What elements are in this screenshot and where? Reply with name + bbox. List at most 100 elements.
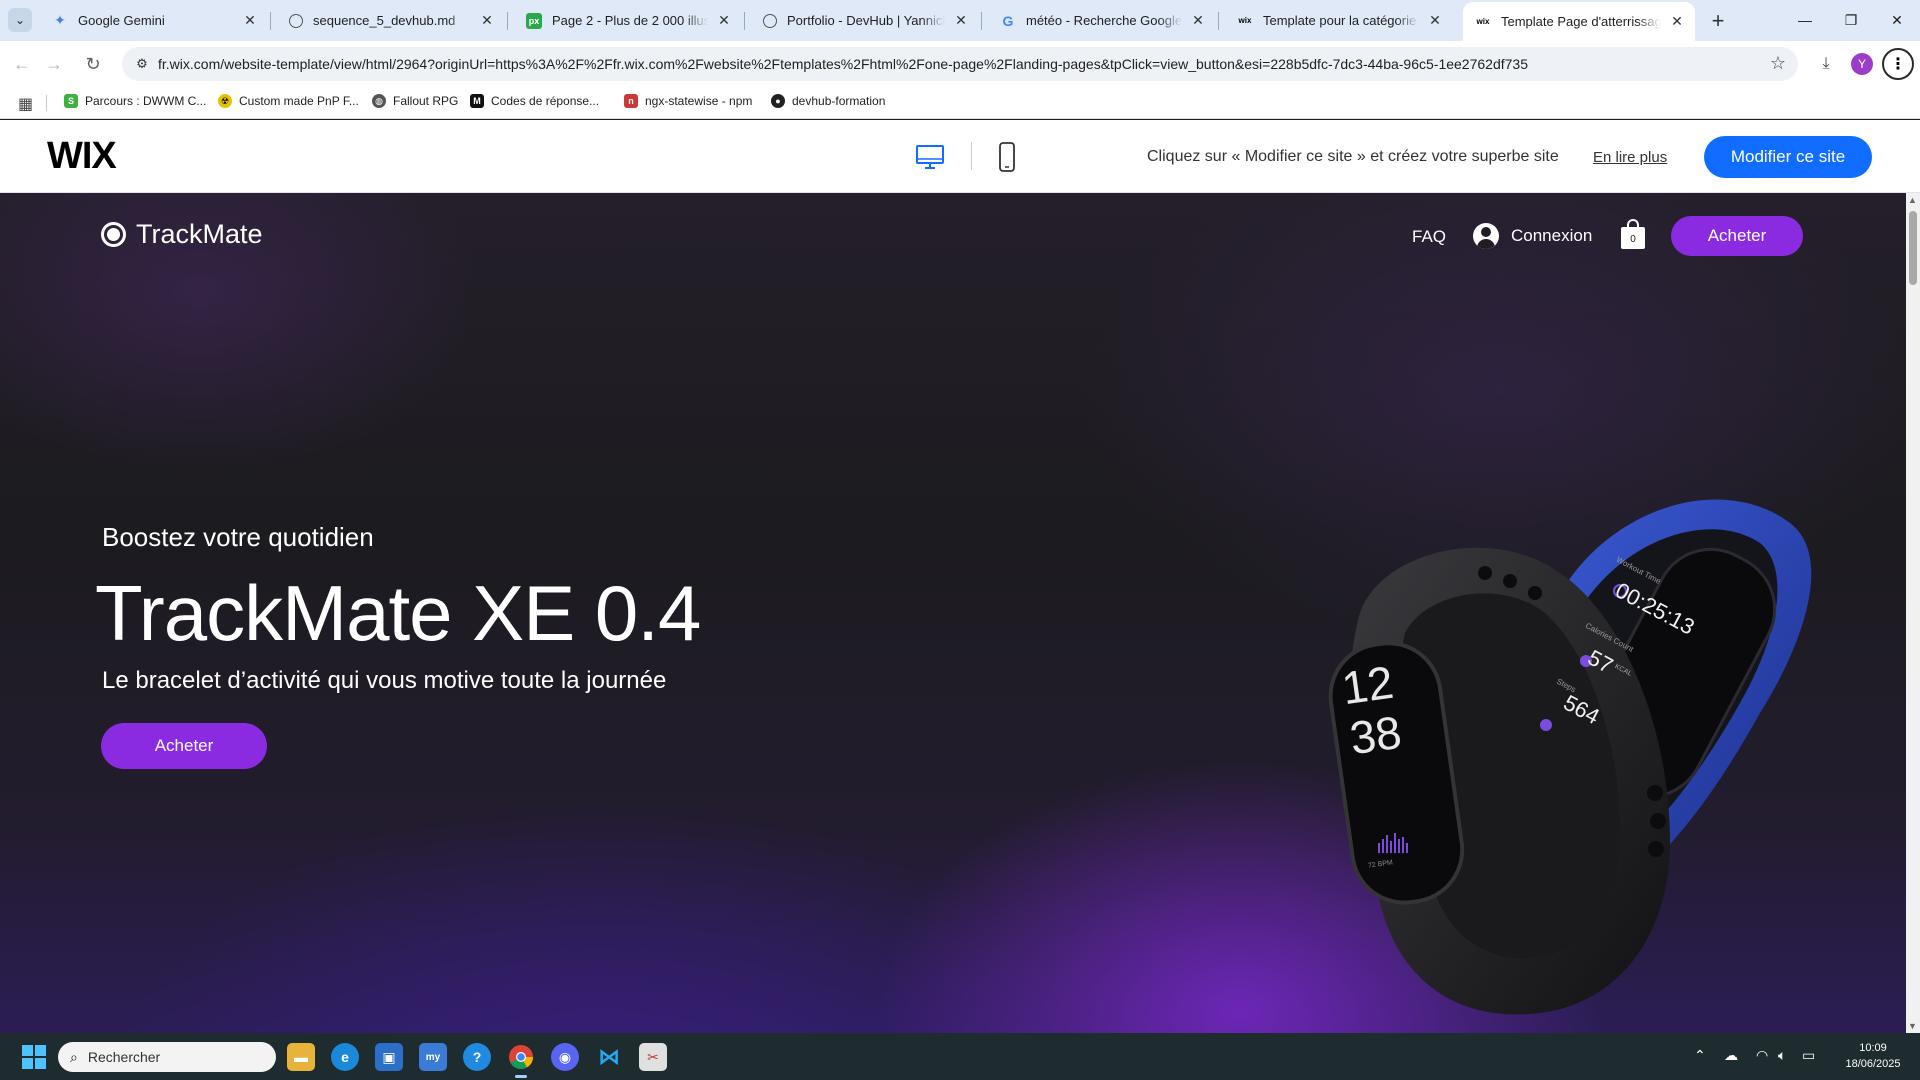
tab-pixabay[interactable]: px Page 2 - Plus de 2 000 illustrations … <box>514 4 742 37</box>
tab-template-category[interactable]: wix Template pour la catégorie Pag ✕ <box>1225 4 1453 37</box>
hero-eyebrow: Boostez votre quotidien <box>102 522 374 552</box>
cloud-off-icon[interactable]: ☁ <box>1724 1047 1738 1064</box>
profile-avatar[interactable]: Y <box>1851 53 1873 75</box>
tab-meteo[interactable]: G météo - Recherche Google ✕ <box>988 4 1216 37</box>
windows-start-icon[interactable] <box>22 1045 46 1069</box>
hero-buy-button[interactable]: Acheter <box>101 723 267 769</box>
reload-icon[interactable]: ↻ <box>79 50 107 78</box>
chrome-icon[interactable] <box>507 1043 535 1078</box>
nav-login-button[interactable]: Connexion <box>1473 223 1592 249</box>
hero-title: TrackMate XE 0.4 <box>95 569 701 657</box>
menu-icon[interactable]: ⋮ <box>1882 48 1914 80</box>
mysql-workbench-icon[interactable]: my <box>419 1043 447 1071</box>
tray-chevron-icon[interactable]: ⌃ <box>1694 1047 1706 1064</box>
snipping-tool-icon[interactable]: ✂ <box>639 1043 667 1071</box>
bookmark-codes[interactable]: M Codes de réponse... <box>470 94 599 108</box>
bookmark-fallout[interactable]: ◍ Fallout RPG <box>372 94 458 108</box>
bookmark-devhub[interactable]: ● devhub-formation <box>771 94 885 108</box>
close-icon[interactable]: ✕ <box>477 11 497 31</box>
chrome-logo <box>509 1045 533 1070</box>
wix-message: Cliquez sur « Modifier ce site » et crée… <box>1147 148 1559 165</box>
tab-gemini[interactable]: ✦ Google Gemini ✕ <box>40 4 268 37</box>
cart-count: 0 <box>1621 227 1645 249</box>
edit-site-button[interactable]: Modifier ce site <box>1704 136 1872 178</box>
globe-icon: ◍ <box>372 94 386 108</box>
npm-icon: n <box>624 94 638 108</box>
site-hero: TrackMate FAQ Connexion 0 Acheter Booste… <box>0 193 1906 1033</box>
wix-icon: wix <box>1238 16 1252 25</box>
globe-icon <box>289 13 303 28</box>
new-tab-button[interactable]: + <box>1705 8 1731 34</box>
mobile-view-icon[interactable] <box>997 142 1017 172</box>
band-time-minutes: 38 <box>1346 705 1405 765</box>
clock-time: 10:09 <box>1859 1042 1887 1054</box>
bookmark-star-icon[interactable]: ☆ <box>1770 53 1786 74</box>
scroll-up-icon[interactable]: ▲ <box>1908 195 1917 205</box>
address-bar[interactable]: ⚙ fr.wix.com/website-template/view/html/… <box>122 47 1798 81</box>
cart-button[interactable]: 0 <box>1620 219 1646 249</box>
desktop-view-icon[interactable] <box>915 142 945 172</box>
site-info-icon[interactable]: ⚙ <box>130 52 154 76</box>
file-explorer-icon[interactable]: ▬ <box>287 1043 315 1071</box>
header-buy-button[interactable]: Acheter <box>1671 216 1803 256</box>
scroll-thumb[interactable] <box>1909 211 1917 285</box>
download-icon[interactable]: ⤓ <box>1812 50 1840 78</box>
tab-search-button[interactable]: ⌄ <box>8 8 32 32</box>
tab-divider <box>1218 12 1219 30</box>
search-icon: ⌕ <box>70 1048 78 1065</box>
tab-template-landing[interactable]: wix Template Page d'atterrissage d ✕ <box>1463 2 1695 41</box>
tab-divider <box>507 12 508 30</box>
tab-sequence[interactable]: sequence_5_devhub.md ✕ <box>277 4 505 37</box>
wifi-icon[interactable]: ◠ <box>1756 1047 1768 1064</box>
read-more-link[interactable]: En lire plus <box>1593 149 1667 166</box>
back-icon[interactable]: ← <box>8 50 36 78</box>
brand-logo-icon <box>101 222 126 247</box>
tab-strip: ⌄ ✦ Google Gemini ✕ sequence_5_devhub.md… <box>0 0 1920 41</box>
battery-icon[interactable]: ▭ <box>1802 1047 1815 1064</box>
close-window-icon[interactable]: ✕ <box>1874 0 1920 40</box>
page-scrollbar[interactable]: ▲ ▼ <box>1906 193 1920 1033</box>
edge-icon[interactable]: e <box>331 1043 359 1071</box>
store-icon[interactable]: ▣ <box>375 1043 403 1071</box>
restore-icon[interactable]: ❐ <box>1828 0 1874 40</box>
url-text[interactable]: fr.wix.com/website-template/view/html/29… <box>158 56 1528 72</box>
close-icon[interactable]: ✕ <box>951 11 971 31</box>
bookmark-pnp[interactable]: ☢ Custom made PnP F... <box>218 94 359 108</box>
volume-icon[interactable]: 🔈︎ <box>1778 1047 1786 1064</box>
tab-divider <box>981 12 982 30</box>
scroll-down-icon[interactable]: ▼ <box>1908 1021 1917 1031</box>
site-brand[interactable]: TrackMate <box>101 219 263 250</box>
apps-grid-icon[interactable]: ▦ <box>18 94 33 114</box>
wix-preview-bar: WIX Cliquez sur « Modifier ce site » et … <box>0 120 1920 193</box>
tab-portfolio[interactable]: Portfolio - DevHub | Yannick M ✕ <box>751 4 979 37</box>
bookmark-npm[interactable]: n ngx-statewise - npm <box>624 94 752 108</box>
close-icon[interactable]: ✕ <box>1425 11 1445 31</box>
windows-taskbar: ⌕ Rechercher ▬ e ▣ my ? ◉ ⋈ ✂ ⌃ ☁ ◠ 🔈︎ ▭… <box>0 1033 1920 1080</box>
pixabay-icon: px <box>526 12 542 29</box>
bookmark-parcours[interactable]: S Parcours : DWWM C... <box>64 94 206 108</box>
help-icon[interactable]: ? <box>463 1043 491 1071</box>
forward-icon[interactable]: → <box>40 50 68 78</box>
mdn-icon: M <box>470 94 484 108</box>
bookmark-divider <box>46 95 47 111</box>
hero-subtitle: Le bracelet d’activité qui vous motive t… <box>102 667 667 694</box>
simplon-icon: S <box>64 94 78 108</box>
clock-date: 18/06/2025 <box>1845 1058 1901 1070</box>
tab-divider <box>744 12 745 30</box>
wix-logo[interactable]: WIX <box>47 135 117 178</box>
taskbar-search[interactable]: ⌕ Rechercher <box>58 1042 276 1072</box>
device-divider <box>971 142 972 170</box>
close-icon[interactable]: ✕ <box>1667 12 1687 32</box>
user-icon <box>1473 223 1499 249</box>
radiation-icon: ☢ <box>218 94 232 108</box>
nav-faq-link[interactable]: FAQ <box>1412 227 1446 247</box>
close-icon[interactable]: ✕ <box>240 11 260 31</box>
close-icon[interactable]: ✕ <box>714 11 734 31</box>
minimize-icon[interactable]: — <box>1782 0 1828 40</box>
wix-icon: wix <box>1476 17 1490 26</box>
gemini-icon: ✦ <box>54 12 66 28</box>
discord-icon[interactable]: ◉ <box>551 1043 579 1071</box>
system-clock[interactable]: 10:09 18/06/2025 <box>1838 1040 1908 1072</box>
close-icon[interactable]: ✕ <box>1188 11 1208 31</box>
vscode-icon[interactable]: ⋈ <box>595 1043 623 1071</box>
